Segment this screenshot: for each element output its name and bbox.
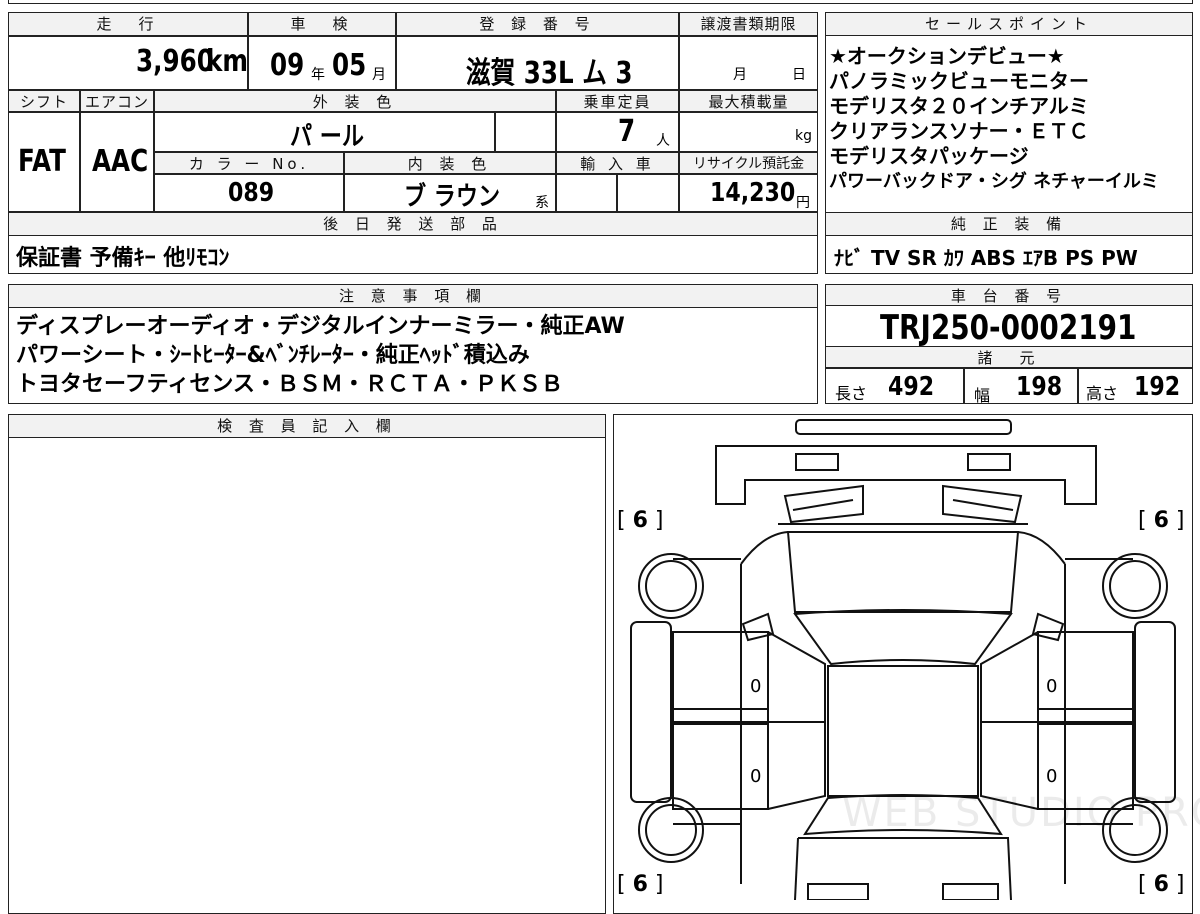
mileage-unit: km [206,44,248,79]
notes-header: 注 意 事 項 欄 [8,284,818,308]
color-no-value: 089 [228,178,275,208]
chassis-header: 車 台 番 号 [825,284,1193,306]
chassis-value: TRJ250-0002191 [880,308,1137,348]
shift-value: FAT [18,144,66,179]
capacity-value: 7 [618,114,636,149]
door-rear-left-mark: 0 [750,766,762,787]
inspection-header: 車 検 [248,12,396,36]
ac-header: エアコン [80,90,154,112]
exterior-header: 外 装 色 [154,90,556,112]
width-value: 198 [1016,372,1063,402]
sales-line: ★オークションデビュー★ [829,44,1065,68]
top-cropped-strip [8,0,1193,4]
capacity-header: 乗車定員 [556,90,679,112]
transfer-month-unit: 月 [733,67,747,83]
sales-line: クリアランスソナー・ＥＴＣ [829,119,1089,143]
tire-front-left-value: 6 [632,508,648,533]
import-cell-a [556,174,617,212]
shift-header: シフト [8,90,80,112]
door-rear-right-mark: 0 [1046,766,1058,787]
door-front-left-mark: 0 [750,676,762,697]
inspector-block [8,414,606,914]
tire-rear-left-value: 6 [632,872,648,897]
height-label: 高さ [1086,384,1119,403]
sales-lines: ★オークションデビュー★ パノラミックビューモニター モデリスタ２０インチアルミ… [829,44,1191,194]
exterior-value: パ ール [290,122,365,152]
sales-header: セールスポイント [825,12,1193,36]
equipment-value: ﾅﾋﾞ TV SR ｶﾜ ABS ｴｱB PS PW [834,246,1138,270]
inspector-header: 検 査 員 記 入 欄 [8,414,606,438]
notes-line: パワーシート・ｼｰﾄﾋｰﾀｰ&ﾍﾞﾝﾁﾚｰﾀｰ・純正ﾍｯﾄﾞ積込み [16,343,530,368]
mileage-value: 3,960 [136,44,214,79]
length-label: 長さ [835,384,868,403]
interior-header: 内 装 色 [344,152,556,174]
parts-header: 後 日 発 送 部 品 [8,212,818,236]
registration-header: 登 録 番 号 [396,12,679,36]
capacity-unit: 人 [656,133,670,149]
interior-suffix: 系 [535,195,549,211]
max-load-header: 最大積載量 [679,90,818,112]
height-value: 192 [1134,372,1181,402]
width-label: 幅 [974,386,991,405]
parts-value: 保証書 予備ｷｰ 他ﾘﾓｺﾝ [16,246,230,271]
specs-header: 諸 元 [825,346,1193,368]
sales-line: モデリスタ２０インチアルミ [829,94,1089,118]
recycle-value: 14,230 [710,178,796,208]
notes-line: ディスプレーオーディオ・デジタルインナーミラー・純正AW [16,314,625,339]
notes-line: トヨタセーフティセンス・ＢＳＭ・ＲＣＴＡ・ＰＫＳＢ [16,372,563,397]
recycle-unit: 円 [796,195,810,211]
notes-lines: ディスプレーオーディオ・デジタルインナーミラー・純正AW パワーシート・ｼｰﾄﾋ… [16,312,625,399]
inspection-year: 09 [270,48,305,83]
tire-front-left-label: [ 6 ] [617,508,664,533]
tire-rear-right-label: [ 6 ] [1138,872,1185,897]
tire-front-right-label: [ 6 ] [1138,508,1185,533]
inspection-month-unit: 月 [372,67,386,83]
sales-line: モデリスタパッケージ [829,144,1029,168]
tire-front-right-value: 6 [1153,508,1169,533]
inspection-month: 05 [332,48,367,83]
equipment-header: 純 正 装 備 [825,212,1193,236]
recycle-header: リサイクル預託金 [679,152,818,174]
interior-value: ブ ラウン [404,182,501,212]
sales-line: パノラミックビューモニター [829,69,1089,93]
registration-value: 滋賀 33L ム 3 [466,56,633,91]
mileage-header: 走 行 [8,12,248,36]
tire-rear-right-value: 6 [1153,872,1169,897]
length-value: 492 [888,372,935,402]
door-front-right-mark: 0 [1046,676,1058,697]
transfer-header: 譲渡書類期限 [679,12,818,36]
import-header: 輸 入 車 [556,152,679,174]
inspection-year-unit: 年 [311,67,325,83]
transfer-day-unit: 日 [792,67,806,83]
sales-line: パワーバックドア・シグ ネチャーイルミ [829,171,1159,192]
tire-rear-left-label: [ 6 ] [617,872,664,897]
import-cell-b [617,174,679,212]
max-load-unit: kg [795,128,812,144]
exterior-extra-cell [495,112,556,152]
ac-value: AAC [92,144,149,179]
color-no-header: カ ラ ー No. [154,152,344,174]
watermark: WEB STUDIO PRO [842,790,1200,836]
